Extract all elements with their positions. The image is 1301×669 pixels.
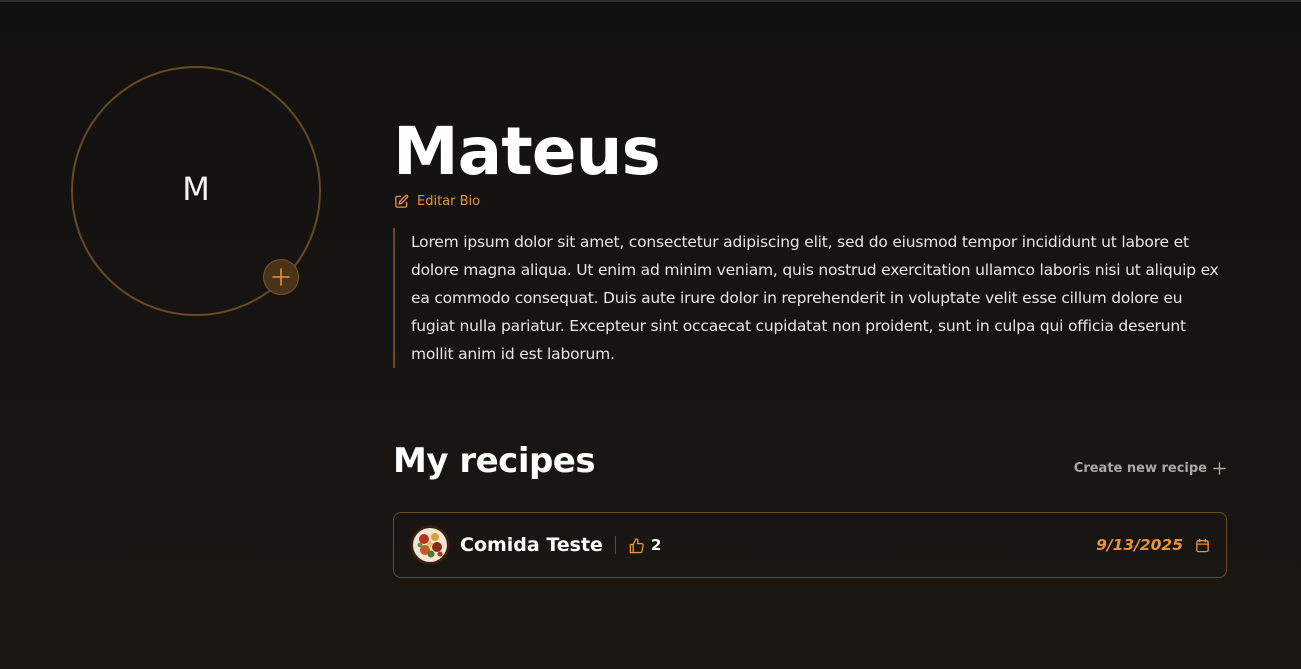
pencil-square-icon <box>395 194 409 208</box>
recipe-like-count: 2 <box>650 536 662 554</box>
create-recipe-label: Create new recipe <box>1073 461 1207 476</box>
add-avatar-photo-button[interactable] <box>263 259 299 295</box>
plus-icon <box>1213 462 1226 475</box>
recipe-date: 9/13/2025 <box>1096 536 1210 554</box>
edit-bio-label: Editar Bio <box>417 194 481 209</box>
top-divider <box>0 0 1301 2</box>
recipe-date-text: 9/13/2025 <box>1096 536 1183 554</box>
create-recipe-button[interactable]: Create new recipe <box>1074 461 1226 476</box>
profile-name: Mateus <box>393 113 661 190</box>
recipe-likes[interactable]: 2 <box>628 536 661 554</box>
recipe-card[interactable]: Comida Teste 2 9/13/2025 <box>393 512 1227 578</box>
thumbs-up-icon <box>629 537 644 553</box>
plus-icon <box>272 268 290 286</box>
recipe-separator <box>614 536 616 554</box>
my-recipes-title: My recipes <box>393 441 596 481</box>
recipe-name: Comida Teste <box>460 534 603 556</box>
recipe-thumbnail <box>410 525 450 565</box>
edit-bio-button[interactable]: Editar Bio <box>394 194 480 209</box>
calendar-icon <box>1196 538 1209 552</box>
profile-bio: Lorem ipsum dolor sit amet, consectetur … <box>393 228 1228 368</box>
